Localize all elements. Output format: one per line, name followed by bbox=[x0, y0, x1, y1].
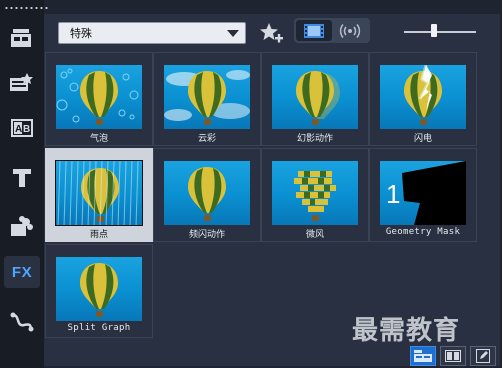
effect-thumbnail bbox=[164, 65, 250, 129]
fx-filter-tab[interactable]: FX bbox=[4, 256, 40, 288]
view-mode-toggle bbox=[294, 18, 370, 43]
effect-tile-strobe[interactable]: 频闪动作 bbox=[153, 148, 261, 242]
effect-label: Geometry Mask bbox=[385, 227, 461, 237]
effect-tile-ghost[interactable]: 幻影动作 bbox=[261, 52, 369, 146]
tool-sidebar: AB FX bbox=[0, 0, 48, 368]
watermark-text: 最需教育 bbox=[352, 316, 461, 346]
effect-thumbnail: 1 bbox=[380, 161, 466, 225]
effect-tile-rain[interactable]: 雨点 bbox=[45, 148, 153, 242]
effect-tile-breeze[interactable]: 微风 bbox=[261, 148, 369, 242]
effect-label: Split Graph bbox=[67, 323, 131, 333]
video-mode-icon[interactable] bbox=[296, 20, 332, 41]
effect-tile-geometry-mask[interactable]: 1 Geometry Mask bbox=[369, 148, 477, 242]
effect-tile-lightning[interactable]: 闪电 bbox=[369, 52, 477, 146]
effects-grid: 气泡 云彩 幻影动作 闪电 雨点 频闪动作 微风 1 Geometry Mask… bbox=[45, 52, 477, 342]
effect-tile-bubbles[interactable]: 气泡 bbox=[45, 52, 153, 146]
graphic-icon[interactable] bbox=[4, 210, 40, 242]
effect-thumbnail bbox=[164, 161, 250, 225]
bottom-view-buttons bbox=[410, 346, 500, 366]
effect-thumbnail bbox=[272, 161, 358, 225]
slider-thumb[interactable] bbox=[431, 24, 437, 37]
library-view-icon[interactable] bbox=[410, 346, 436, 366]
effect-label: 微风 bbox=[305, 230, 324, 240]
effect-thumbnail bbox=[272, 65, 358, 129]
effect-tile-clouds[interactable]: 云彩 bbox=[153, 52, 261, 146]
category-dropdown-value: 特殊 bbox=[70, 27, 92, 40]
effect-thumbnail bbox=[380, 65, 466, 129]
effect-thumbnail bbox=[56, 257, 142, 321]
effect-thumbnail bbox=[56, 65, 142, 129]
split-view-icon[interactable] bbox=[440, 346, 466, 366]
effect-label: 闪电 bbox=[413, 134, 432, 144]
slider-track bbox=[404, 31, 476, 33]
effect-label: 雨点 bbox=[89, 230, 108, 240]
svg-text:A: A bbox=[15, 124, 22, 135]
transition-icon[interactable]: AB bbox=[4, 112, 40, 144]
effect-label: 幻影动作 bbox=[296, 134, 333, 144]
add-to-favorites-icon[interactable] bbox=[258, 20, 284, 46]
chevron-down-icon bbox=[227, 30, 239, 37]
motion-path-icon[interactable] bbox=[4, 306, 40, 338]
audio-mode-icon[interactable] bbox=[332, 20, 368, 41]
effect-label: 气泡 bbox=[89, 134, 108, 144]
thumbnail-size-slider[interactable] bbox=[404, 24, 476, 37]
svg-text:1: 1 bbox=[386, 179, 400, 209]
category-dropdown[interactable]: 特殊 bbox=[58, 22, 246, 44]
library-toolbar: 特殊 bbox=[44, 14, 500, 50]
effect-label: 云彩 bbox=[197, 134, 216, 144]
grip-dots[interactable] bbox=[4, 6, 48, 10]
edit-options-icon[interactable] bbox=[470, 346, 496, 366]
effect-thumbnail bbox=[55, 160, 143, 226]
title-icon[interactable] bbox=[4, 162, 40, 194]
effect-tile-split-graph[interactable]: Split Graph bbox=[45, 244, 153, 338]
effect-label: 频闪动作 bbox=[188, 230, 225, 240]
svg-text:B: B bbox=[23, 124, 30, 135]
fx-icon: FX bbox=[11, 263, 33, 281]
media-library-icon[interactable] bbox=[4, 22, 40, 54]
instant-project-icon[interactable] bbox=[4, 66, 40, 98]
